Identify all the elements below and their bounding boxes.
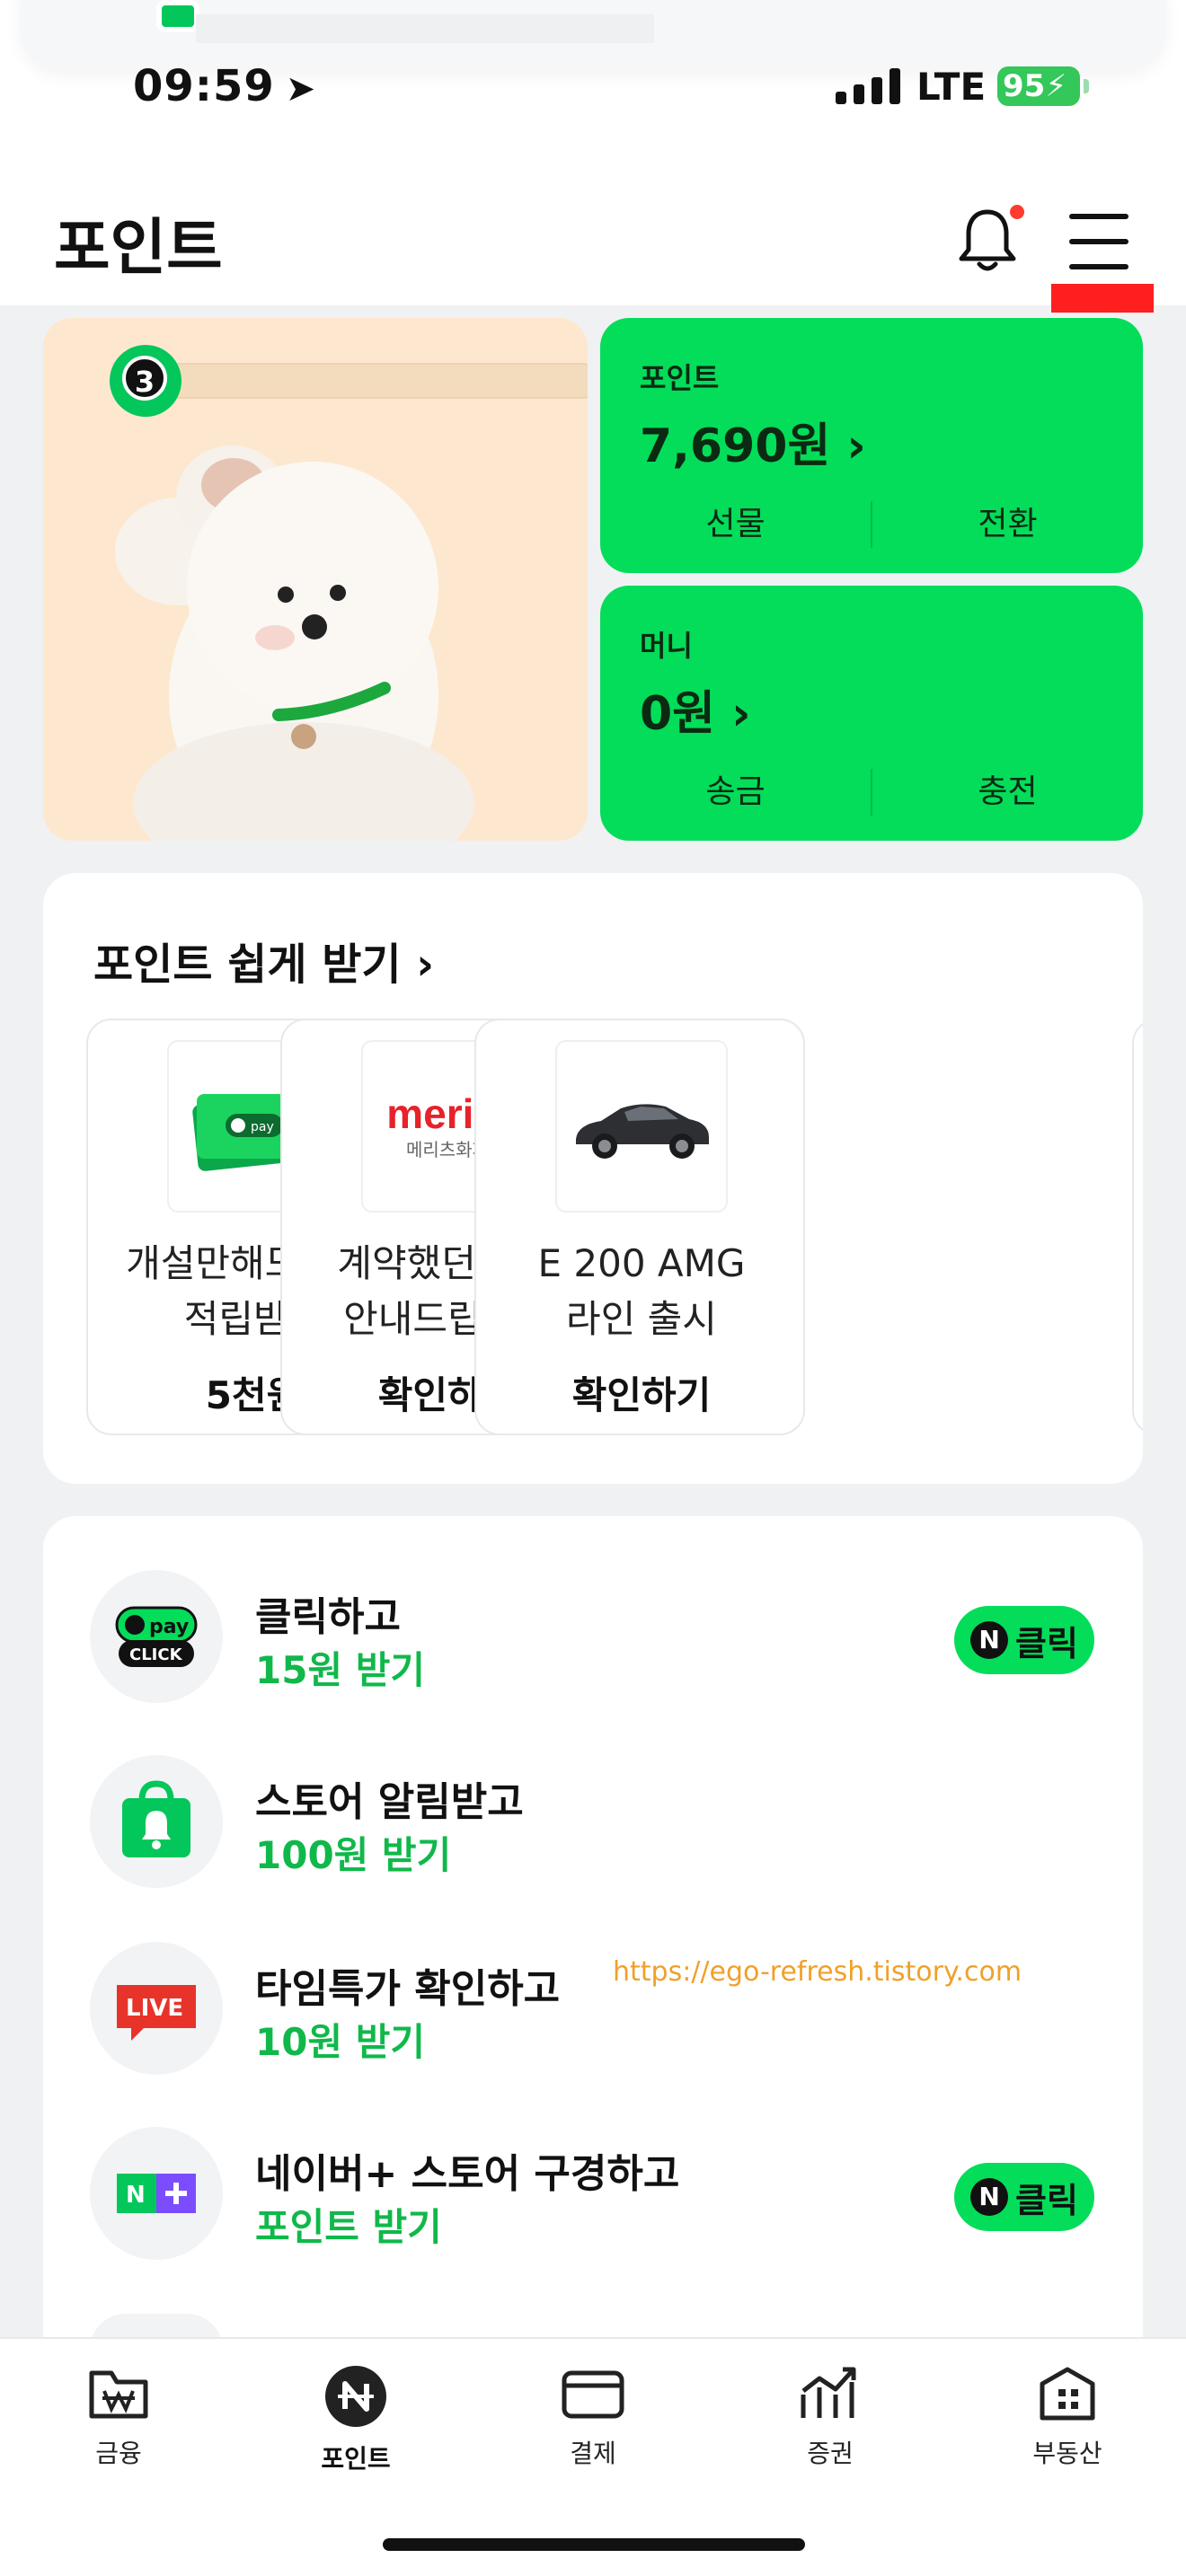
card-icon <box>562 2370 624 2419</box>
mission-title: 타임특가 확인하고 <box>255 1966 561 2012</box>
gift-button[interactable]: 선물 <box>600 499 871 550</box>
n-logo-icon: N <box>970 2178 1009 2216</box>
location-arrow-icon: ➤ <box>285 68 317 110</box>
list-item[interactable]: N 네이버+ 스토어 구경하고 포인트 받기 N 클릭 <box>43 2127 1143 2271</box>
offer-cta[interactable]: 확인하기 <box>476 1365 807 1420</box>
easy-points-section: 포인트 쉽게 받기 › pay 개설만해도 즉시 적립받기 5천원 meritz … <box>43 873 1143 1484</box>
notification-bell-icon[interactable] <box>956 205 1019 273</box>
level-progress-bar <box>151 363 588 399</box>
mission-reward: 15원 받기 <box>255 1648 425 1692</box>
nav-payment[interactable]: 결제 <box>503 2364 683 2490</box>
signal-strength-icon <box>836 68 900 104</box>
offer-card-peek[interactable] <box>1132 1019 1143 1435</box>
nav-securities[interactable]: 증권 <box>740 2364 920 2490</box>
page-title: 포인트 <box>54 213 223 284</box>
car-image <box>555 1040 728 1213</box>
live-icon: LIVE <box>90 1942 223 2075</box>
watermark-text: https://ego-refresh.tistory.com <box>613 1956 1022 1988</box>
mission-reward: 포인트 받기 <box>255 2205 442 2249</box>
n-logo-icon: N <box>970 1621 1009 1659</box>
status-time: 09:59 ➤ <box>133 61 317 111</box>
money-card[interactable]: 머니 0원 › 송금 충전 <box>600 586 1143 841</box>
battery-icon: 95⚡ <box>997 66 1089 106</box>
character-card[interactable]: 3 <box>43 318 588 841</box>
points-value[interactable]: 7,690원 › <box>640 408 866 475</box>
stock-chart-icon <box>801 2367 856 2418</box>
naver-plus-icon: N <box>90 2127 223 2260</box>
svg-text:LIVE: LIVE <box>126 1995 183 2022</box>
mission-title: 스토어 알림받고 <box>255 1779 524 1825</box>
points-n-icon <box>325 2366 386 2427</box>
charge-button[interactable]: 충전 <box>872 767 1143 817</box>
level-badge: 3 <box>110 345 181 417</box>
notification-dot <box>1010 205 1024 219</box>
points-card[interactable]: 포인트 7,690원 › 선물 전환 <box>600 318 1143 573</box>
network-type: LTE <box>916 65 987 109</box>
nav-finance[interactable]: 금융 <box>29 2364 208 2490</box>
svg-text:N: N <box>126 2182 146 2209</box>
svg-text:pay: pay <box>149 1616 189 1638</box>
nav-points[interactable]: 포인트 <box>266 2364 446 2490</box>
nav-real-estate[interactable]: 부동산 <box>978 2364 1157 2490</box>
menu-hamburger-icon[interactable] <box>1069 214 1128 269</box>
list-item[interactable]: 스토어 알림받고 100원 받기 <box>43 1755 1143 1899</box>
home-indicator[interactable] <box>383 2538 805 2551</box>
offer-line2: 라인 출시 <box>566 1297 717 1341</box>
notification-badge-icon <box>156 0 199 32</box>
bear-character-image <box>115 446 474 841</box>
click-button[interactable]: N 클릭 <box>954 1606 1094 1674</box>
mission-title: 클릭하고 <box>255 1594 401 1640</box>
svg-text:CLICK: CLICK <box>129 1645 183 1664</box>
npay-click-icon: pay CLICK <box>90 1570 223 1703</box>
mission-title: 네이버+ 스토어 구경하고 <box>255 2151 680 2197</box>
offer-card[interactable]: E 200 AMG 라인 출시 확인하기 <box>474 1019 805 1435</box>
annotation-red-mark <box>1051 284 1154 313</box>
svg-text:pay: pay <box>251 1120 274 1134</box>
offer-line1: E 200 AMG <box>537 1241 746 1285</box>
mission-reward: 100원 받기 <box>255 1833 452 1877</box>
money-label: 머니 <box>640 629 693 663</box>
finance-icon <box>89 2370 148 2419</box>
building-icon <box>1040 2367 1095 2421</box>
points-label: 포인트 <box>640 361 720 395</box>
notification-text-redacted <box>196 14 654 43</box>
mission-reward: 10원 받기 <box>255 2020 425 2064</box>
list-item[interactable]: pay CLICK 클릭하고 15원 받기 N 클릭 <box>43 1570 1143 1714</box>
send-money-button[interactable]: 송금 <box>600 767 871 817</box>
click-button[interactable]: N 클릭 <box>954 2163 1094 2231</box>
store-bell-icon <box>90 1755 223 1888</box>
easy-points-title[interactable]: 포인트 쉽게 받기 › <box>93 929 434 992</box>
money-value[interactable]: 0원 › <box>640 675 751 743</box>
convert-button[interactable]: 전환 <box>872 499 1143 550</box>
